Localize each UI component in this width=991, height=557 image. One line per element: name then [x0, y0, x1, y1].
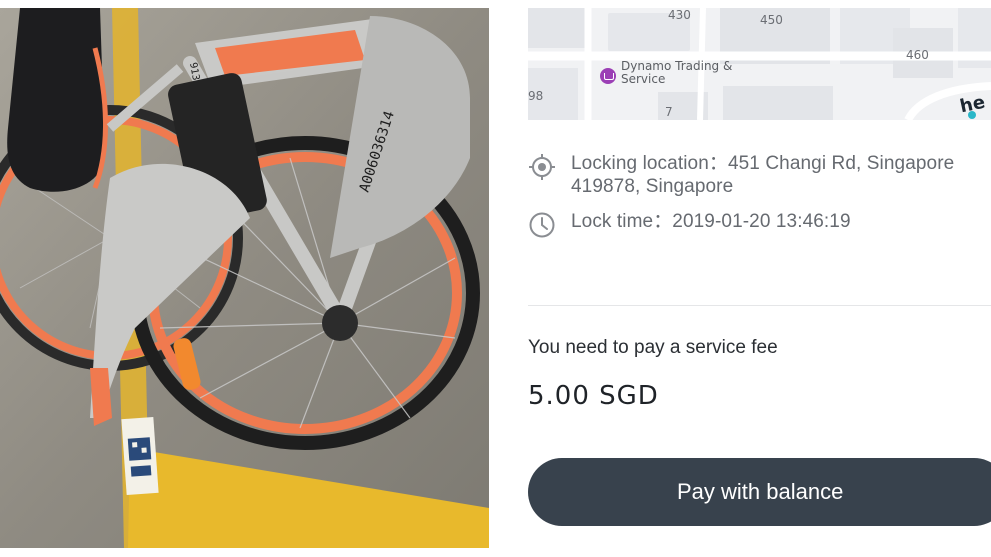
locking-location-text: Locking location：451 Changi Rd, Singapor… [571, 153, 955, 197]
map-poi-label: Dynamo Trading & Service [621, 59, 733, 86]
bike-photo-illustration: A006036314 913 [0, 8, 489, 548]
map-number: 7 [665, 105, 673, 119]
ride-summary-panel: 430 450 460 98 7 Dynamo Trading & Servic… [528, 0, 991, 557]
location-target-icon [529, 154, 555, 180]
locking-location-row: Locking location：451 Changi Rd, Singapor… [528, 152, 991, 198]
pay-with-balance-button[interactable]: Pay with balance [528, 458, 991, 526]
lock-location-map[interactable]: 430 450 460 98 7 Dynamo Trading & Servic… [528, 8, 991, 120]
service-fee-amount: 5.00 SGD [528, 381, 659, 411]
bike-seat [7, 8, 105, 192]
map-number: 460 [906, 48, 929, 62]
map-number: 450 [760, 13, 783, 27]
clock-icon [529, 212, 555, 238]
divider [528, 305, 991, 306]
shopping-bag-icon [600, 68, 616, 84]
lock-time-text: Lock time：2019-01-20 13:46:19 [571, 211, 851, 232]
map-number: 98 [528, 89, 544, 103]
lock-info: Locking location：451 Changi Rd, Singapor… [528, 152, 991, 245]
bike-photo: A006036314 913 [0, 8, 489, 548]
lock-time-row: Lock time：2019-01-20 13:46:19 [528, 210, 991, 238]
map-poi[interactable]: Dynamo Trading & Service [600, 60, 751, 86]
map-number: 430 [668, 8, 691, 22]
service-fee-label: You need to pay a service fee [528, 337, 778, 358]
